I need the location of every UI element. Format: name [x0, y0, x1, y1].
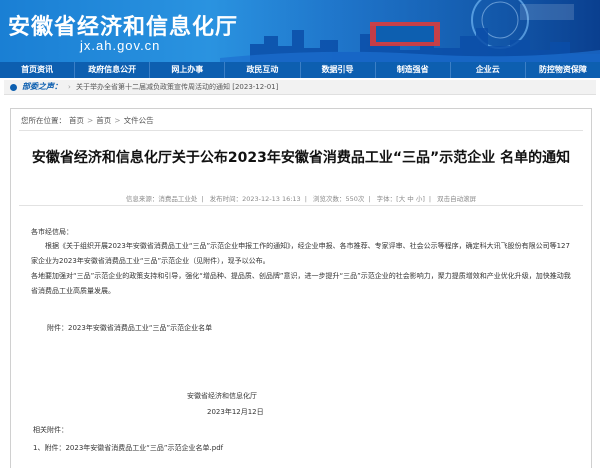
- salutation: 各市经信局：: [31, 228, 73, 236]
- breadcrumb-home[interactable]: 首页: [69, 116, 84, 125]
- article-meta: 信息来源：消费品工业处 | 发布时间：2023-12-13 16:13 | 浏览次数…: [125, 195, 477, 203]
- article-title: 安徽省经济和信息化厅关于公布2023年安徽省消费品工业“三品”示范企业 名单的通…: [31, 150, 571, 166]
- breadcrumb-home-2[interactable]: 首页: [96, 116, 111, 125]
- nav-item-epidemic-supplies[interactable]: 防控物资保障: [526, 62, 600, 78]
- breadcrumb: 您所在位置： 首页 > 首页 > 文件公告: [21, 115, 157, 126]
- arrow-icon: ›: [68, 83, 71, 91]
- breadcrumb-separator: >: [114, 116, 121, 125]
- nav-item-home-news[interactable]: 首页资讯: [0, 62, 76, 78]
- main-nav: 首页资讯 政府信息公开 网上办事 政民互动 数据引导 制造强省 企业云 防控物资…: [0, 62, 600, 78]
- breadcrumb-file-notices[interactable]: 文件公告: [124, 116, 154, 125]
- nav-item-data-guide[interactable]: 数据引导: [301, 62, 376, 78]
- nav-item-online-service[interactable]: 网上办事: [150, 62, 226, 78]
- city-skyline-icon: [220, 0, 600, 62]
- attachment-note: 附件：2023年安徽省消费品工业“三品”示范企业名单: [47, 324, 213, 332]
- meta-source: 信息来源：消费品工业处: [125, 195, 198, 203]
- divider: [19, 205, 583, 206]
- nav-item-interaction[interactable]: 政民互动: [225, 62, 301, 78]
- nav-item-enterprise-cloud[interactable]: 企业云: [451, 62, 526, 78]
- notice-label: 部委之声：: [22, 82, 62, 91]
- bullet-icon: [10, 84, 17, 91]
- font-size-switch[interactable]: 字体：[大 中 小]: [377, 195, 425, 203]
- site-title: 安徽省经济和信息化厅: [8, 14, 239, 40]
- sign-date: 2023年12月12日: [207, 408, 264, 416]
- nav-item-manufacturing[interactable]: 制造强省: [376, 62, 451, 78]
- paragraph-1: 根据《关于组织开展2023年安徽省消费品工业“三品”示范企业申报工作的通知》，经…: [31, 242, 570, 265]
- site-banner: 安徽省经济和信息化厅 jx.ah.gov.cn: [0, 0, 600, 62]
- meta-date: 发布时间：2023-12-13 16:13: [209, 195, 301, 203]
- site-domain: jx.ah.gov.cn: [80, 38, 161, 53]
- breadcrumb-separator: >: [87, 116, 94, 125]
- attachment-pdf-link[interactable]: 1、附件：2023年安徽省消费品工业“三品”示范企业名单.pdf: [33, 443, 223, 453]
- auto-scroll-toggle[interactable]: 双击自动滚屏: [437, 195, 476, 203]
- notice-link[interactable]: 关于举办全省第十二届减负政策宣传周活动的通知 [2023-12-01]: [76, 80, 278, 94]
- divider: [19, 130, 583, 131]
- nav-item-gov-info[interactable]: 政府信息公开: [75, 62, 151, 78]
- paragraph-2: 各地要加强对“三品”示范企业的政策支持和引导，强化“增品种、提品质、创品牌”意识…: [31, 272, 571, 295]
- signature: 安徽省经济和信息化厅: [187, 392, 257, 400]
- article-panel: 您所在位置： 首页 > 首页 > 文件公告 安徽省经济和信息化厅关于公布2023年安徽省消…: [10, 108, 592, 468]
- attachments-heading: 相关附件：: [33, 426, 68, 434]
- breadcrumb-prefix: 您所在位置：: [21, 116, 66, 125]
- notice-bar: 部委之声： › 关于举办全省第十二届减负政策宣传周活动的通知 [2023-12-…: [4, 80, 596, 95]
- meta-views: 浏览次数：550次: [312, 195, 365, 203]
